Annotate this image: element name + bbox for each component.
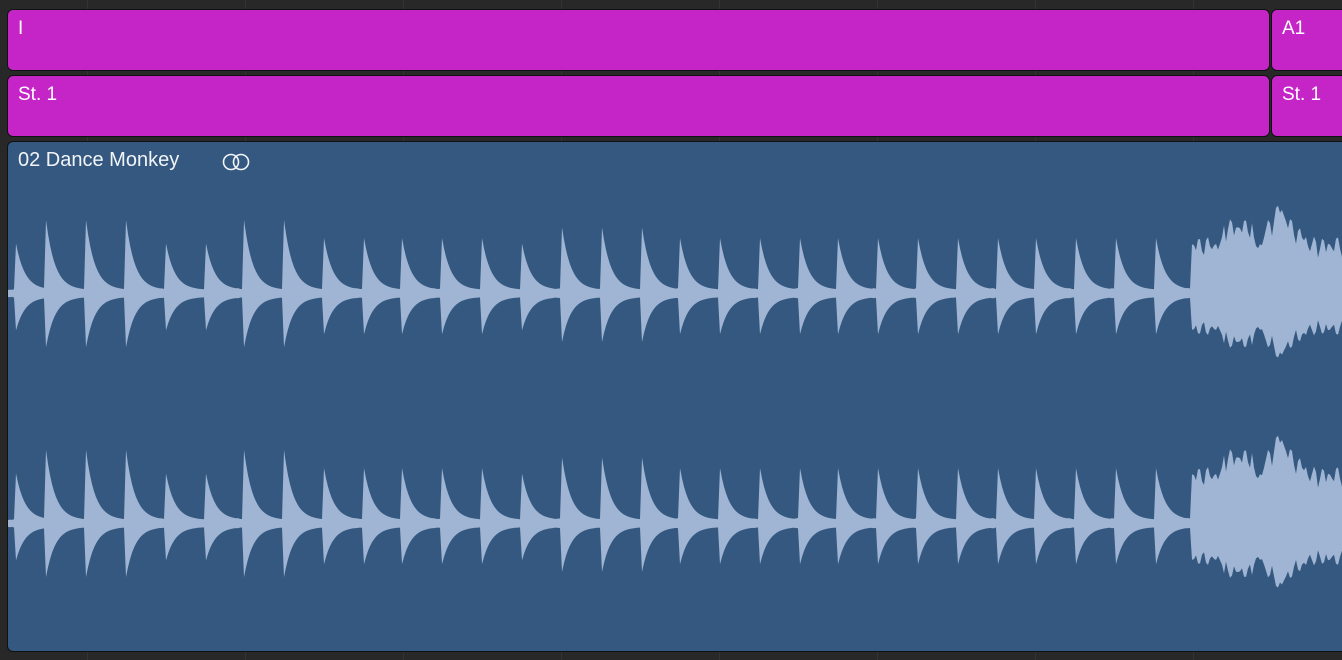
region-label: I: [18, 18, 24, 39]
section-region-st1[interactable]: St. 1: [7, 75, 1270, 137]
region-label: St. 1: [1282, 84, 1322, 105]
stereo-link-icon: [222, 153, 250, 171]
region-label: St. 1: [18, 84, 58, 105]
arrangement-region-a1[interactable]: A1: [1271, 9, 1342, 71]
waveform-left-channel: [8, 205, 1342, 358]
audio-region-title: 02 Dance Monkey: [18, 149, 180, 171]
arrangement-region-intro[interactable]: I: [7, 9, 1270, 71]
waveform: [8, 205, 1342, 588]
waveform-right-channel: [8, 435, 1342, 588]
region-label: A1: [1282, 18, 1306, 39]
arrange-area[interactable]: I A1 St. 1 St. 1 02 Dance Monkey: [0, 0, 1342, 660]
section-region-st1-next[interactable]: St. 1: [1271, 75, 1342, 137]
audio-region[interactable]: 02 Dance Monkey: [7, 141, 1342, 652]
